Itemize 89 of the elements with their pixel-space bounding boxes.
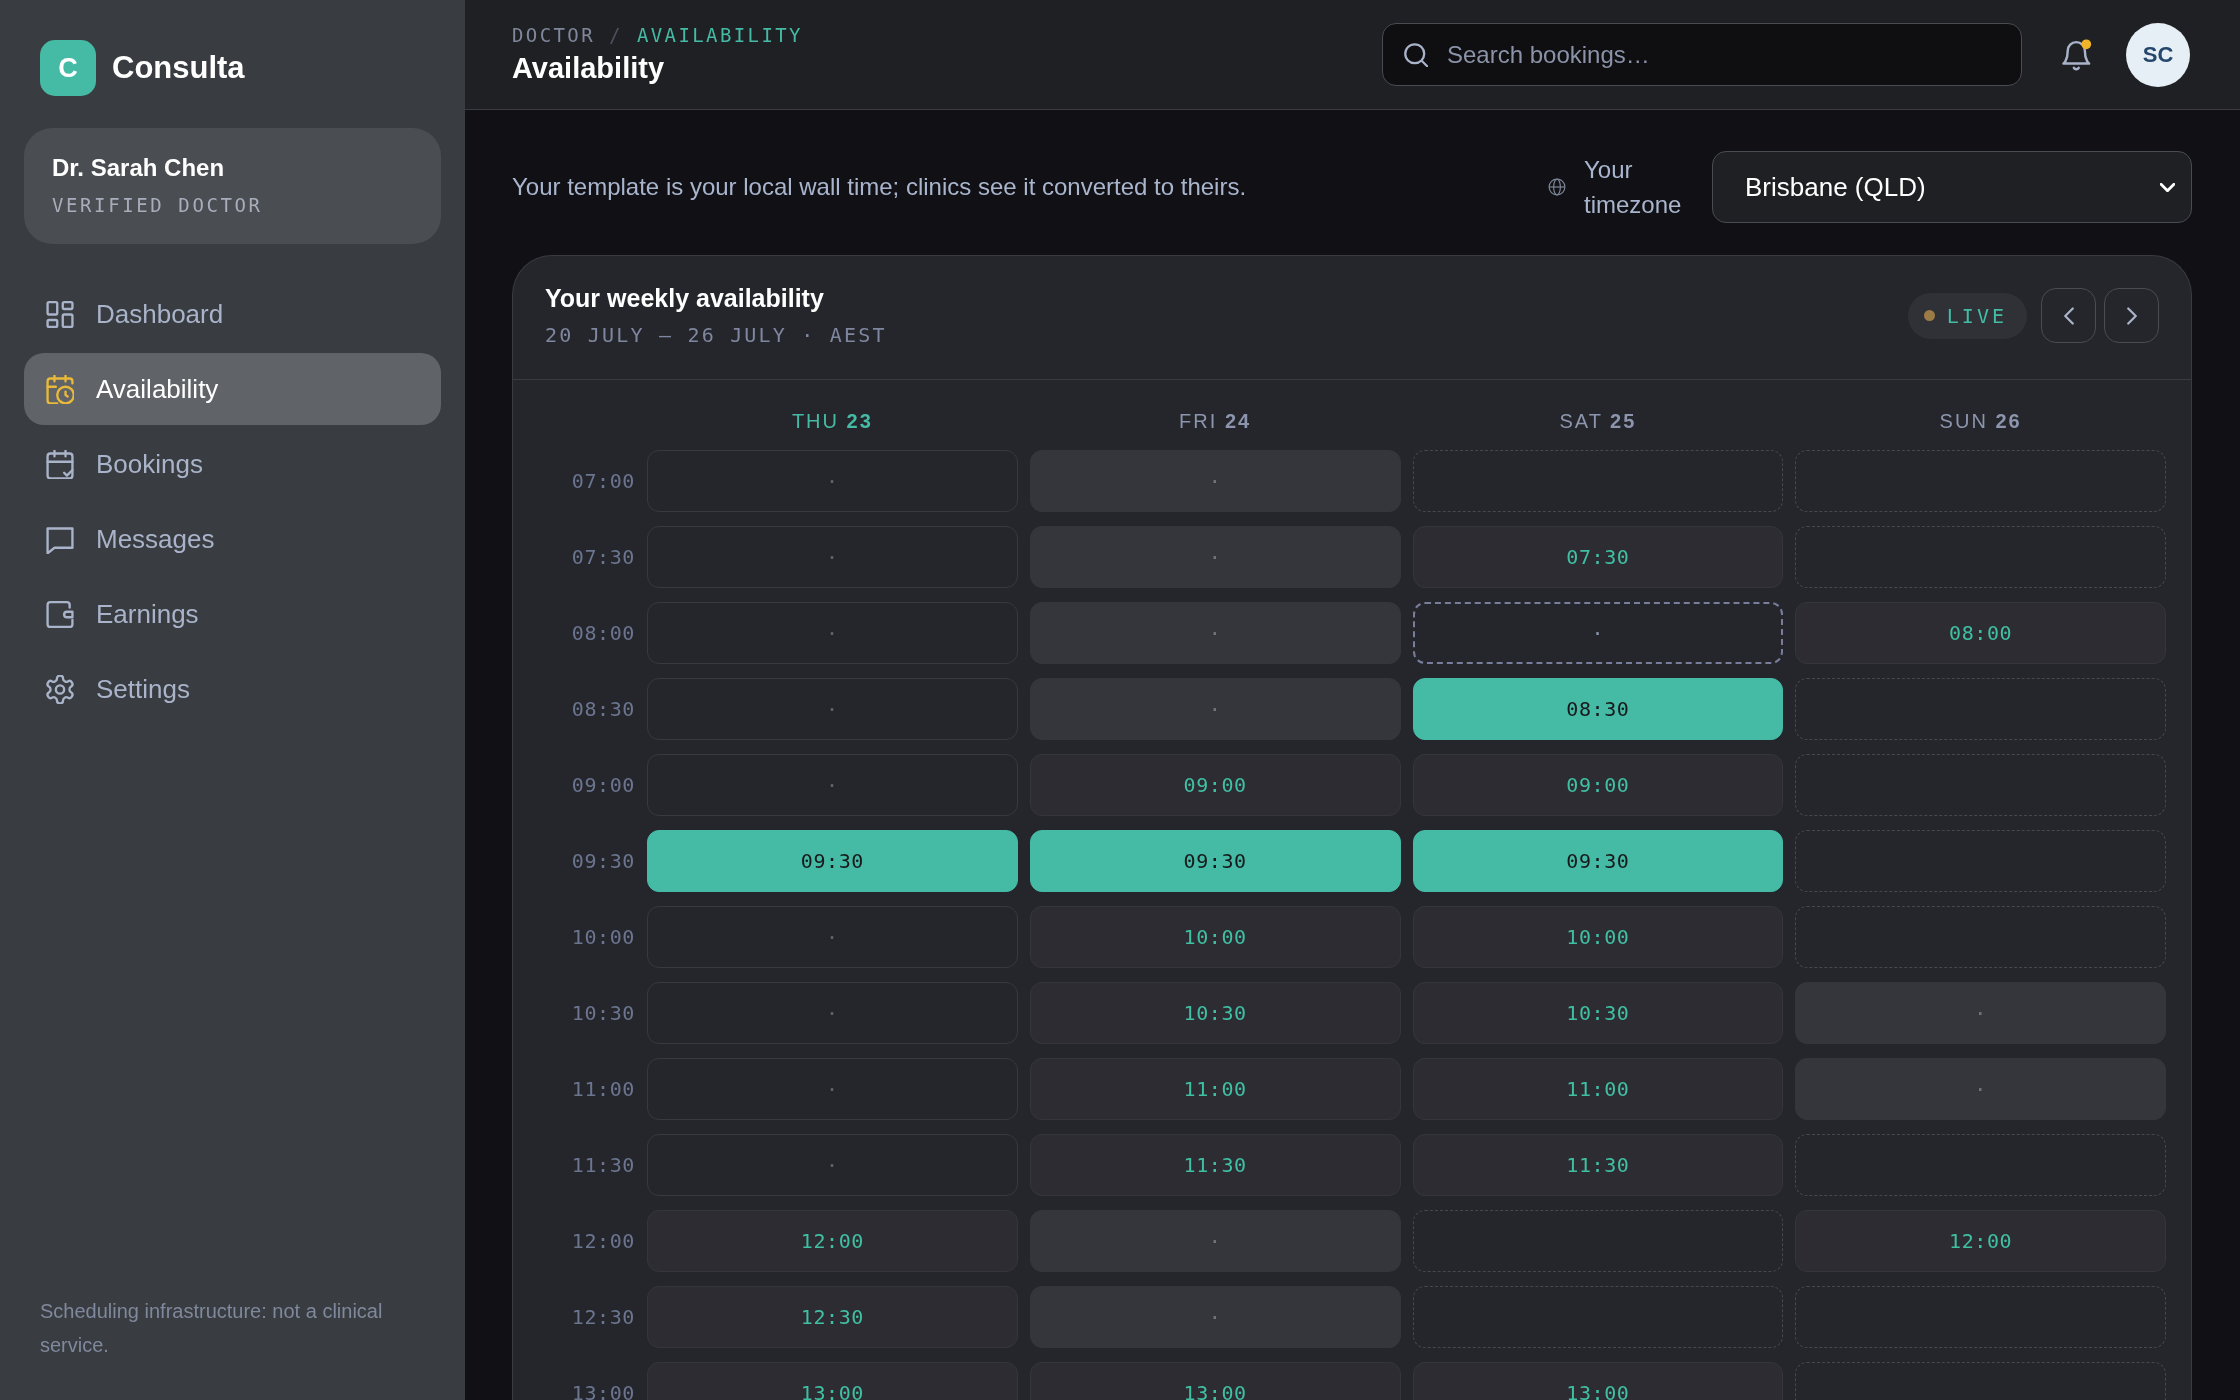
disclaimer-text: Scheduling infrastructure: not a clinical service. (39, 1299, 384, 1358)
breadcrumb-separator: / (609, 24, 623, 46)
chevron-left-icon (2063, 306, 2074, 325)
time-slot[interactable]: 11:30 (1412, 1134, 1784, 1196)
time-label: 12:00 (571, 1229, 635, 1253)
settings-icon (46, 674, 74, 704)
time-label: 09:00 (571, 773, 635, 797)
time-label: 12:30 (571, 1305, 635, 1329)
calendar-check-icon (46, 449, 74, 479)
time-label: 10:00 (571, 925, 635, 949)
time-slot[interactable]: 09:30 (647, 830, 1018, 892)
next-week-button[interactable] (2104, 288, 2159, 343)
time-slot[interactable] (1795, 450, 2166, 512)
time-slot[interactable]: 10:00 (1412, 906, 1784, 968)
chevron-right-icon (2126, 306, 2137, 325)
wallet-icon (46, 599, 74, 629)
user-avatar[interactable]: SC (2126, 22, 2190, 87)
sidebar-item[interactable]: Dashboard (24, 278, 441, 350)
time-slot[interactable]: · (1412, 602, 1784, 664)
page-title: Availability (512, 52, 666, 85)
time-label: 13:00 (571, 1381, 635, 1400)
day-heading: SUN 26 (1939, 409, 2022, 433)
time-slot[interactable]: 12:00 (647, 1210, 1018, 1272)
time-label: 11:30 (571, 1153, 635, 1177)
previous-week-button[interactable] (2041, 288, 2096, 343)
timezone-label: Your timezone (1584, 155, 1683, 220)
search-icon (1404, 43, 1428, 67)
chevron-down-icon (2160, 182, 2175, 192)
time-slot[interactable] (1412, 1286, 1784, 1348)
time-slot[interactable]: 09:30 (1412, 830, 1784, 892)
time-slot[interactable]: 10:30 (1412, 982, 1784, 1044)
time-slot[interactable]: 11:00 (1029, 1058, 1401, 1120)
time-slot[interactable] (1795, 906, 2166, 968)
status-dot-icon (1923, 310, 1935, 321)
time-slot[interactable]: 08:00 (1795, 602, 2166, 664)
time-slot[interactable] (1795, 678, 2166, 740)
time-slot[interactable]: 08:30 (1412, 678, 1784, 740)
time-label: 10:30 (571, 1001, 635, 1025)
time-slot[interactable] (1795, 754, 2166, 816)
time-slot[interactable]: 13:00 (1412, 1362, 1784, 1400)
time-slot[interactable]: 12:30 (647, 1286, 1018, 1348)
time-slot[interactable]: 11:30 (1029, 1134, 1401, 1196)
day-heading: THU 23 (791, 409, 873, 433)
logo-icon: C (40, 40, 96, 96)
time-label: 07:00 (571, 469, 635, 493)
layout-grid-icon (46, 299, 74, 329)
template-note: Your template is your local wall time; clinics see it converted to theirs. (512, 173, 1248, 201)
chat-bubble-icon (46, 524, 74, 554)
calendar-clock-icon (46, 374, 74, 404)
doctor-role: VERIFIED DOCTOR (52, 194, 264, 216)
time-slot[interactable]: 07:30 (1412, 526, 1784, 588)
time-slot[interactable]: 09:00 (1412, 754, 1784, 816)
time-slot[interactable] (1795, 830, 2166, 892)
sidebar-item[interactable]: Messages (24, 503, 441, 575)
search-field[interactable]: Search bookings… (1382, 23, 2022, 86)
sidebar-item[interactable]: Earnings (24, 578, 441, 650)
time-label: 08:00 (571, 621, 635, 645)
time-slot[interactable]: 13:00 (1029, 1362, 1401, 1400)
time-slot[interactable]: 10:30 (1029, 982, 1401, 1044)
time-slot[interactable] (1795, 526, 2166, 588)
time-slot[interactable] (1795, 1286, 2166, 1348)
date-range: 20 JULY – 26 JULY · AEST (545, 323, 887, 347)
time-label: 09:30 (571, 849, 635, 873)
sidebar-item[interactable]: Bookings (24, 428, 441, 500)
time-slot[interactable]: 11:00 (1412, 1058, 1784, 1120)
globe-icon (1548, 178, 1566, 196)
day-heading: FRI 24 (1179, 409, 1252, 433)
card-title: Your weekly availability (545, 284, 825, 313)
time-slot[interactable]: 12:00 (1795, 1210, 2166, 1272)
time-label: 11:00 (571, 1077, 635, 1101)
time-slot[interactable]: 09:00 (1029, 754, 1401, 816)
live-label: LIVE (1946, 303, 2007, 328)
time-label: 07:30 (571, 545, 635, 569)
time-slot[interactable]: 10:00 (1029, 906, 1401, 968)
time-slot[interactable] (1795, 1134, 2166, 1196)
sidebar-item[interactable]: Availability (24, 353, 441, 425)
day-heading: SAT 25 (1559, 409, 1637, 433)
notification-bell-icon[interactable] (2062, 38, 2092, 71)
breadcrumb-link[interactable]: AVAILABILITY (636, 24, 803, 46)
brand-name: Consulta (112, 50, 245, 86)
breadcrumb-link[interactable]: DOCTOR (512, 24, 596, 46)
time-slot[interactable] (1412, 1210, 1784, 1272)
time-slot[interactable] (1412, 450, 1784, 512)
time-slot[interactable]: 09:30 (1029, 830, 1401, 892)
time-label: 08:30 (571, 697, 635, 721)
sidebar-item[interactable]: Settings (24, 653, 441, 725)
timezone-select[interactable]: Brisbane (QLD) (1712, 151, 2192, 223)
doctor-name: Dr. Sarah Chen (52, 154, 226, 182)
time-slot[interactable]: 13:00 (647, 1362, 1018, 1400)
